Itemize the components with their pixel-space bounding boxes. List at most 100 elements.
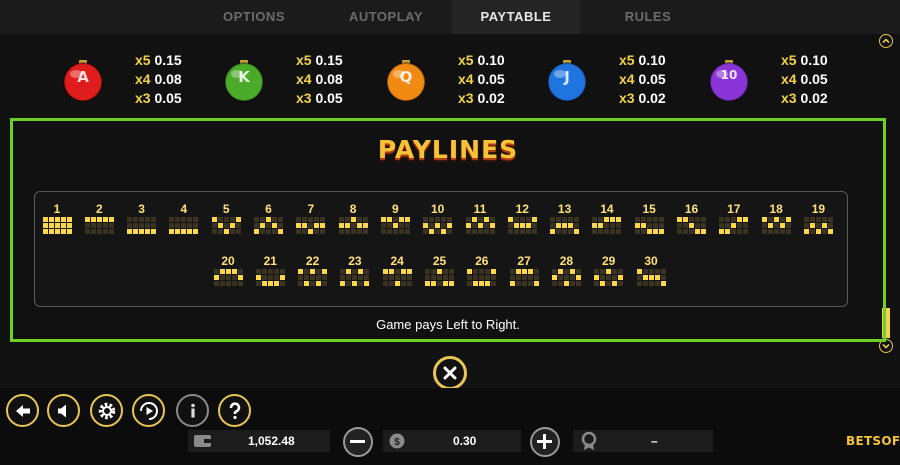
pay-row: x4 0.05 <box>781 70 828 89</box>
symbol-letter: K <box>238 68 250 86</box>
pay-multiplier: x3 <box>458 90 474 106</box>
payline-number: 13 <box>557 202 572 216</box>
pay-row: x5 0.15 <box>296 51 343 70</box>
payline-pattern <box>127 216 157 234</box>
payline-number: 16 <box>684 202 699 216</box>
payline-pattern <box>213 268 243 286</box>
symbol-pay-list: x5 0.10 x4 0.05 x3 0.02 <box>458 51 505 108</box>
payline-pattern <box>636 268 666 286</box>
pay-multiplier: x4 <box>135 71 151 87</box>
payline-17: 17 <box>718 202 750 234</box>
pay-row: x3 0.02 <box>619 89 666 108</box>
pay-row: x3 0.02 <box>458 89 505 108</box>
pay-value: 0.05 <box>634 71 666 87</box>
payline-pattern <box>42 216 72 234</box>
payline-pattern <box>382 268 412 286</box>
pay-row: x5 0.10 <box>619 51 666 70</box>
payline-5: 5 <box>210 202 242 234</box>
payline-8: 8 <box>337 202 369 234</box>
wallet-icon <box>194 435 211 447</box>
payline-number: 20 <box>221 254 235 268</box>
symbol-letter: Q <box>399 68 413 86</box>
payline-pattern <box>507 216 537 234</box>
close-button[interactable] <box>433 356 467 390</box>
payline-13: 13 <box>549 202 581 234</box>
payline-pattern <box>465 216 495 234</box>
payline-20: 20 <box>212 254 244 286</box>
payline-6: 6 <box>253 202 285 234</box>
payline-pattern <box>761 216 791 234</box>
pay-multiplier: x3 <box>781 90 797 106</box>
pay-value: 0.08 <box>150 71 182 87</box>
decrease-bet-button[interactable] <box>343 427 373 457</box>
payline-29: 29 <box>593 254 625 286</box>
pay-multiplier: x5 <box>135 52 151 68</box>
symbol-pay-list: x5 0.10 x4 0.05 x3 0.02 <box>781 51 828 108</box>
settings-button[interactable] <box>90 394 123 427</box>
payline-pattern <box>84 216 114 234</box>
payline-number: 29 <box>602 254 616 268</box>
payline-14: 14 <box>591 202 623 234</box>
pay-row: x4 0.08 <box>135 70 182 89</box>
tab-paytable[interactable]: PAYTABLE <box>452 0 580 34</box>
symbol-pay-list: x5 0.15 x4 0.08 x3 0.05 <box>135 51 182 108</box>
blue-ornament-j-icon: J <box>544 57 588 102</box>
payline-number: 12 <box>515 202 529 216</box>
payline-number: 28 <box>559 254 574 268</box>
payline-number: 25 <box>432 254 447 268</box>
payline-21: 21 <box>254 254 286 286</box>
payline-pattern <box>169 216 199 234</box>
payline-pattern <box>380 216 410 234</box>
pay-row: x3 0.05 <box>296 89 343 108</box>
tab-rules[interactable]: RULES <box>598 0 698 34</box>
payline-3: 3 <box>126 202 158 234</box>
pay-row: x3 0.02 <box>781 89 828 108</box>
payline-number: 5 <box>222 202 230 216</box>
payline-15: 15 <box>633 202 665 234</box>
payline-pattern <box>211 216 241 234</box>
tab-options[interactable]: OPTIONS <box>204 0 304 34</box>
payline-number: 2 <box>95 202 103 216</box>
payline-number: 11 <box>473 202 487 216</box>
payline-18: 18 <box>760 202 792 234</box>
pay-multiplier: x5 <box>296 52 312 68</box>
award-icon <box>581 431 597 450</box>
pay-value: 0.05 <box>473 71 505 87</box>
payline-pattern <box>803 216 833 234</box>
payline-27: 27 <box>508 254 540 286</box>
scroll-up-button[interactable] <box>879 34 893 48</box>
info-button[interactable] <box>176 394 209 427</box>
payline-pattern <box>338 216 368 234</box>
payline-30: 30 <box>635 254 667 286</box>
sound-button[interactable] <box>47 394 80 427</box>
svg-text:$: $ <box>394 437 400 448</box>
pay-multiplier: x5 <box>458 52 474 68</box>
payline-number: 10 <box>431 202 445 216</box>
pay-value: 0.10 <box>796 52 828 68</box>
payline-pattern <box>551 268 581 286</box>
payline-11: 11 <box>464 202 496 234</box>
tab-autoplay[interactable]: AUTOPLAY <box>334 0 438 34</box>
payline-number: 27 <box>517 254 531 268</box>
paylines-frame: PAYLINES 1 2 3 4 5 6 7 8 9 10 11 12 13 14 15 16 17 18 19 20… <box>10 118 886 342</box>
pay-row: x5 0.10 <box>781 51 828 70</box>
bet-field: $ 0.30 <box>383 430 521 452</box>
pay-value: 0.02 <box>473 90 505 106</box>
pay-value: 0.02 <box>796 90 828 106</box>
payline-number: 9 <box>392 202 399 216</box>
help-button[interactable] <box>218 394 251 427</box>
payline-12: 12 <box>506 202 538 234</box>
orange-ornament-q-icon: Q <box>383 57 427 102</box>
increase-bet-button[interactable] <box>530 427 560 457</box>
payline-number: 3 <box>138 202 145 216</box>
payline-number: 19 <box>811 202 826 216</box>
balance-value: 1,052.48 <box>248 434 295 448</box>
pay-value: 0.02 <box>634 90 666 106</box>
payline-number: 15 <box>642 202 656 216</box>
payline-pattern <box>296 216 326 234</box>
payline-16: 16 <box>676 202 708 234</box>
payline-number: 14 <box>600 202 614 216</box>
back-button[interactable] <box>6 394 39 427</box>
symbol-letter: A <box>77 68 89 86</box>
autoplay-button[interactable] <box>132 394 165 427</box>
